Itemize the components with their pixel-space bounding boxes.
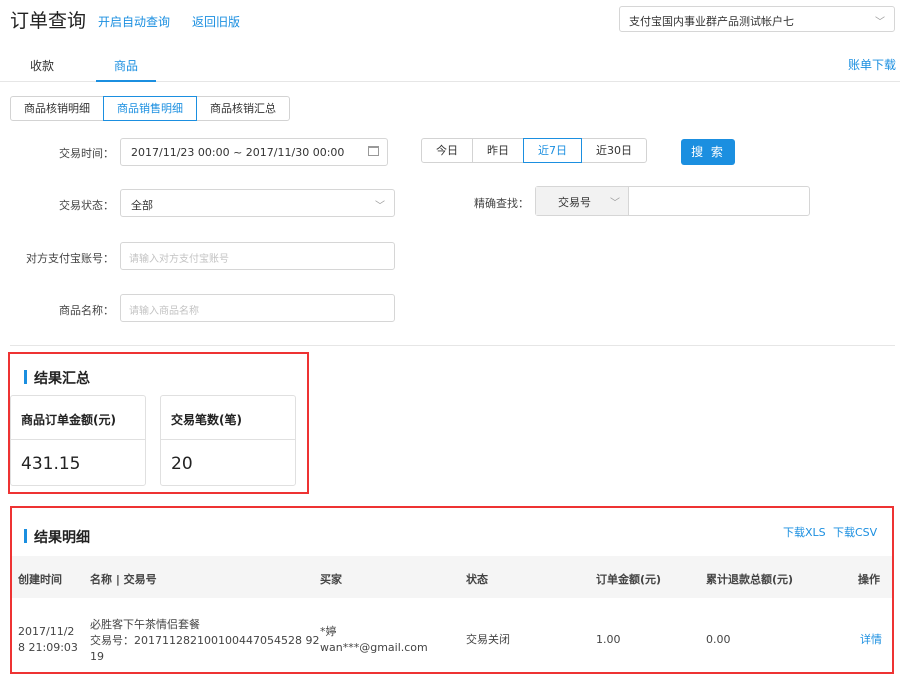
product-name-input[interactable]: 请输入商品名称 (120, 294, 395, 322)
column-header: 买家 (320, 573, 342, 586)
summary-card-value: 20 (171, 454, 193, 474)
tab-collection[interactable]: 收款 (25, 52, 59, 82)
account-select-value: 支付宝国内事业群产品测试帐户七 (629, 15, 794, 28)
sub-tabs: 商品核销明细 商品销售明细 商品核销汇总 (10, 96, 290, 121)
quick-range-group: 今日 昨日 近7日 近30日 (421, 138, 647, 163)
created-time: 2017/11/2 8 21:09:03 (18, 625, 78, 654)
account-select[interactable]: 支付宝国内事业群产品测试帐户七 ﹀ (619, 6, 895, 32)
counterparty-label: 对方支付宝账号： (26, 252, 114, 265)
column-header: 名称 | 交易号 (90, 573, 157, 586)
subtab-sales-detail[interactable]: 商品销售明细 (103, 96, 197, 121)
summary-title: 结果汇总 (24, 368, 90, 388)
summary-card-value: 431.15 (21, 454, 81, 474)
old-version-link[interactable]: 返回旧版 (192, 13, 240, 30)
download-csv-link[interactable]: 下载CSV (833, 524, 877, 540)
column-header: 状态 (466, 573, 488, 586)
detail-link[interactable]: 详情 (860, 632, 882, 648)
trade-no-cont: 19 (90, 650, 104, 663)
auto-query-link[interactable]: 开启自动查询 (98, 13, 170, 30)
precise-field-select[interactable]: 交易号 ﹀ (536, 187, 629, 215)
precise-search-group: 交易号 ﹀ (535, 186, 810, 216)
range-7days-button[interactable]: 近7日 (523, 138, 582, 163)
bill-download-link[interactable]: 账单下载 (848, 56, 896, 73)
search-button[interactable]: 搜 索 (681, 139, 735, 165)
range-30days-button[interactable]: 近30日 (581, 138, 647, 163)
trade-no: 交易号：201711282100100447054528 92 (90, 634, 320, 647)
column-header: 操作 (858, 573, 880, 586)
column-header: 创建时间 (18, 573, 62, 586)
summary-card-count: 交易笔数(笔) 20 (160, 395, 296, 486)
summary-card-label: 商品订单金额(元) (11, 396, 145, 440)
time-range-value: 2017/11/23 00:00 ~ 2017/11/30 00:00 (131, 146, 345, 159)
product-name: 必胜客下午茶情侣套餐 (90, 618, 200, 631)
download-xls-link[interactable]: 下载XLS (783, 524, 826, 540)
chevron-down-icon: ﹀ (375, 201, 385, 212)
subtab-verification-detail[interactable]: 商品核销明细 (10, 96, 104, 121)
status-select[interactable]: 全部 ﹀ (120, 189, 395, 217)
trade-status: 交易关闭 (466, 633, 510, 646)
divider (10, 345, 895, 346)
range-today-button[interactable]: 今日 (421, 138, 473, 163)
subtab-verification-summary[interactable]: 商品核销汇总 (196, 96, 290, 121)
summary-card-label: 交易笔数(笔) (161, 396, 295, 440)
time-range-picker[interactable]: 2017/11/23 00:00 ~ 2017/11/30 00:00 (120, 138, 388, 166)
table-header: 创建时间 名称 | 交易号 买家 状态 订单金额(元) 累计退款总额(元) 操作 (12, 556, 892, 598)
time-label: 交易时间： (59, 147, 114, 160)
counterparty-placeholder: 请输入对方支付宝账号 (129, 254, 229, 265)
precise-search-input[interactable] (630, 187, 808, 215)
tab-products[interactable]: 商品 (96, 52, 156, 82)
chevron-down-icon: ﹀ (610, 198, 620, 209)
buyer: *婷 wan***@gmail.com (320, 624, 428, 656)
counterparty-input[interactable]: 请输入对方支付宝账号 (120, 242, 395, 270)
calendar-icon (368, 146, 379, 156)
page-title: 订单查询 (10, 10, 87, 32)
page-header: 订单查询 开启自动查询 返回旧版 支付宝国内事业群产品测试帐户七 ﹀ (0, 0, 900, 40)
status-select-value: 全部 (131, 199, 153, 212)
main-tabs: 收款 商品 账单下载 (0, 52, 900, 82)
column-header: 累计退款总额(元) (706, 573, 794, 586)
column-header: 订单金额(元) (596, 573, 662, 586)
precise-field-value: 交易号 (558, 196, 591, 209)
buyer-account: wan***@gmail.com (320, 641, 428, 654)
product-name-placeholder: 请输入商品名称 (129, 306, 199, 317)
order-amount: 1.00 (596, 633, 621, 646)
chevron-down-icon: ﹀ (875, 17, 885, 28)
precise-label: 精确查找： (474, 197, 529, 210)
details-title: 结果明细 (24, 527, 90, 547)
status-label: 交易状态： (59, 199, 114, 212)
refund-amount: 0.00 (706, 633, 731, 646)
range-yesterday-button[interactable]: 昨日 (472, 138, 524, 163)
product-name-trade-no: 必胜客下午茶情侣套餐 交易号：201711282100100447054528 … (90, 617, 319, 665)
product-name-label: 商品名称： (59, 304, 114, 317)
summary-card-amount: 商品订单金额(元) 431.15 (10, 395, 146, 486)
buyer-name: *婷 (320, 625, 337, 638)
